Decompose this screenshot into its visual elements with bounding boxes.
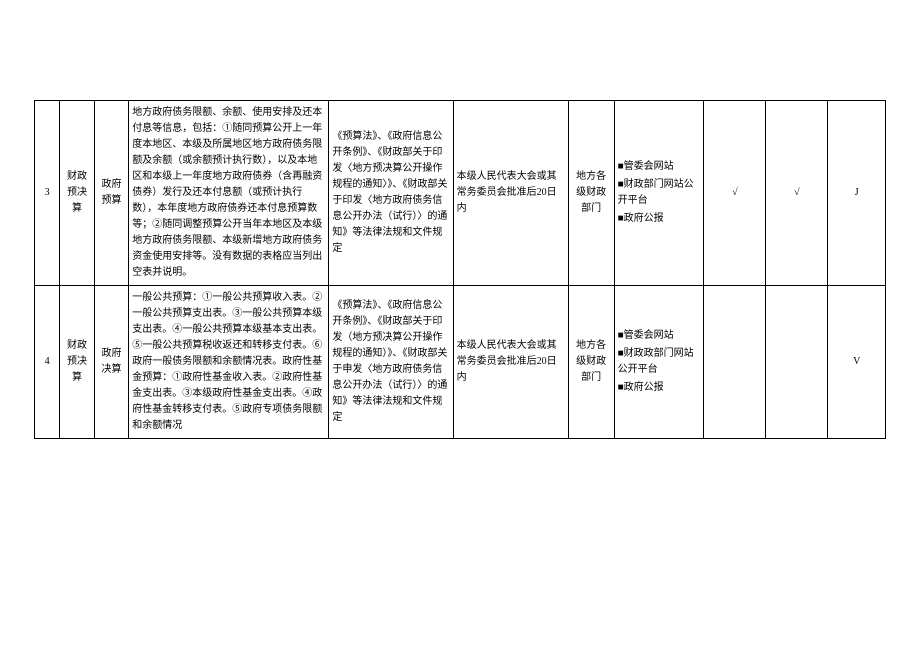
category-secondary: 政府预算	[94, 101, 129, 286]
check-mark-1: √	[704, 101, 766, 286]
channel-item: ■财政政部门网站公开平台	[618, 346, 701, 378]
channel-item: ■政府公报	[618, 211, 701, 227]
check-mark-1	[704, 286, 766, 439]
time-limit: 本级人民代表大会或其常务委员会批准后20日内	[453, 286, 568, 439]
policy-table: 3 财政预决算 政府预算 地方政府债务限额、余额、使用安排及还本付息等信息，包括…	[34, 100, 886, 439]
publish-channels: ■管委会网站 ■财政部门网站公开平台 ■政府公报	[614, 101, 704, 286]
check-mark-2	[766, 286, 828, 439]
publish-channels: ■管委会网站 ■财政政部门网站公开平台 ■政府公报	[614, 286, 704, 439]
channel-item: ■财政部门网站公开平台	[618, 177, 701, 209]
responsible-subject: 地方各级财政部门	[568, 286, 614, 439]
channel-item: ■管委会网站	[618, 159, 701, 175]
table-row: 3 财政预决算 政府预算 地方政府债务限额、余额、使用安排及还本付息等信息，包括…	[35, 101, 886, 286]
legal-basis: 《预算法》、《政府信息公开条例》、《财政部关于印发〈地方预决算公开操作规程的通知…	[329, 101, 453, 286]
table-row: 4 财政预决算 政府决算 一般公共预算：①一般公共预算收入表。②一般公共预算支出…	[35, 286, 886, 439]
responsible-subject: 地方各级财政部门	[568, 101, 614, 286]
content-description: 一般公共预算：①一般公共预算收入表。②一般公共预算支出表。③一般公共预算本级支出…	[129, 286, 329, 439]
category-primary: 财政预决算	[60, 286, 95, 439]
category-secondary: 政府决算	[94, 286, 129, 439]
time-limit: 本级人民代表大会或其常务委员会批准后20日内	[453, 101, 568, 286]
row-number: 3	[35, 101, 60, 286]
channel-item: ■政府公报	[618, 380, 701, 396]
check-mark-2: √	[766, 101, 828, 286]
content-description: 地方政府债务限额、余额、使用安排及还本付息等信息，包括：①随同预算公开上一年度本…	[129, 101, 329, 286]
category-primary: 财政预决算	[60, 101, 95, 286]
row-number: 4	[35, 286, 60, 439]
check-mark-3: V	[828, 286, 886, 439]
check-mark-3: J	[828, 101, 886, 286]
channel-item: ■管委会网站	[618, 328, 701, 344]
legal-basis: 《预算法》、《政府信息公开条例》、《财政部关于印发（地方预决算公开操作规程的通知…	[329, 286, 453, 439]
